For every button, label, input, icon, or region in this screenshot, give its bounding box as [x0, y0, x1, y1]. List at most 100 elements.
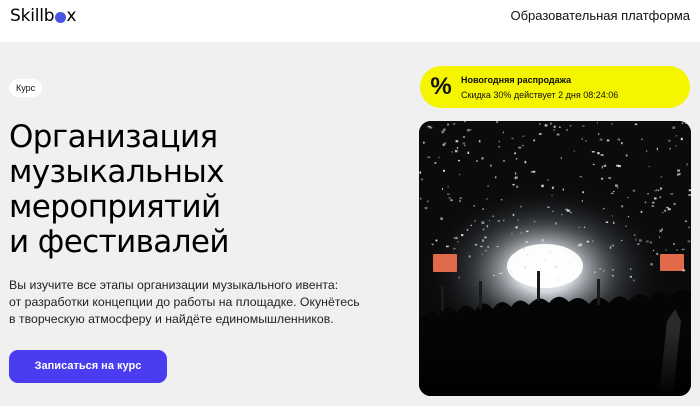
confetti-piece	[556, 133, 560, 136]
confetti-piece	[426, 200, 429, 203]
confetti-piece	[498, 140, 500, 143]
confetti-piece	[566, 209, 570, 212]
confetti-piece	[453, 247, 456, 250]
confetti-piece	[597, 122, 598, 124]
confetti-piece	[466, 228, 469, 231]
confetti-piece	[688, 189, 691, 192]
confetti-piece	[440, 217, 443, 220]
confetti-piece	[498, 146, 500, 148]
confetti-piece	[454, 149, 458, 153]
confetti-piece	[599, 268, 601, 270]
confetti-piece	[665, 249, 667, 251]
confetti-piece	[533, 139, 536, 142]
confetti-piece	[603, 164, 607, 167]
confetti-piece	[484, 236, 487, 239]
confetti-piece	[544, 124, 548, 127]
course-badge: Курс	[9, 79, 43, 97]
confetti-piece	[673, 243, 675, 245]
confetti-piece	[539, 123, 541, 125]
sale-banner[interactable]: % Новогодняя распродажа Скидка 30% дейст…	[420, 66, 690, 108]
confetti-piece	[647, 193, 649, 195]
confetti-piece	[419, 171, 422, 174]
confetti-piece	[627, 197, 629, 199]
percent-icon: %	[430, 73, 452, 100]
title-line: мероприятий	[9, 189, 221, 225]
confetti-piece	[561, 213, 563, 216]
enroll-button[interactable]: Записаться на курс	[9, 350, 167, 383]
confetti-piece	[555, 222, 557, 225]
confetti-piece	[601, 177, 604, 180]
confetti-piece	[447, 193, 450, 195]
confetti-piece	[585, 140, 587, 142]
confetti-piece	[533, 220, 536, 223]
confetti-piece	[621, 239, 623, 242]
confetti-piece	[464, 144, 466, 147]
confetti-piece	[686, 163, 688, 166]
confetti-piece	[676, 249, 679, 251]
confetti-piece	[562, 188, 564, 191]
confetti-piece	[497, 220, 500, 222]
confetti-piece	[486, 225, 489, 228]
confetti-piece	[443, 128, 446, 131]
confetti-piece	[503, 219, 505, 222]
confetti-piece	[672, 126, 676, 129]
confetti-piece	[685, 220, 687, 222]
confetti-piece	[656, 189, 658, 192]
confetti-piece	[474, 220, 476, 222]
confetti-piece	[514, 176, 518, 179]
confetti-piece	[687, 240, 691, 243]
confetti-piece	[482, 228, 485, 231]
confetti-piece	[616, 186, 619, 189]
confetti-piece	[566, 129, 568, 131]
confetti-piece	[515, 226, 518, 229]
confetti-piece	[670, 193, 674, 195]
confetti-piece	[592, 163, 595, 165]
confetti-piece	[533, 170, 536, 173]
confetti-piece	[544, 259, 546, 262]
description-line: в творческую атмосферу и найдёте единомы…	[9, 312, 334, 326]
confetti-piece	[481, 157, 484, 160]
concert-photo-illustration	[419, 121, 691, 396]
confetti-piece	[494, 176, 497, 179]
platform-link[interactable]: Образовательная платформа	[511, 8, 691, 23]
confetti-piece	[451, 151, 453, 153]
sale-title: Новогодняя распродажа	[461, 75, 572, 85]
confetti-piece	[452, 123, 456, 125]
confetti-piece	[459, 173, 461, 176]
confetti-piece	[601, 165, 603, 169]
confetti-piece	[654, 197, 657, 200]
confetti-piece	[560, 156, 562, 160]
title-line: музыкальных	[9, 154, 225, 190]
confetti-piece	[578, 226, 581, 228]
confetti-piece	[606, 139, 610, 142]
confetti-piece	[625, 225, 627, 227]
confetti-piece	[480, 245, 483, 248]
confetti-piece	[435, 239, 438, 242]
confetti-piece	[518, 146, 522, 149]
skillbox-logo[interactable]: Skillb x	[10, 6, 76, 26]
confetti-piece	[579, 243, 582, 246]
confetti-piece	[486, 198, 488, 200]
confetti-piece	[609, 246, 612, 249]
confetti-piece	[442, 143, 445, 146]
confetti-piece	[482, 208, 484, 210]
title-line: Организация	[9, 119, 218, 155]
confetti-piece	[573, 150, 575, 152]
confetti-piece	[612, 269, 615, 271]
confetti-piece	[603, 269, 605, 272]
confetti-piece	[526, 253, 528, 256]
confetti-piece	[447, 185, 449, 188]
confetti-piece	[423, 141, 425, 144]
confetti-piece	[468, 255, 471, 258]
confetti-piece	[569, 124, 572, 127]
confetti-piece	[652, 250, 655, 252]
confetti-piece	[682, 269, 686, 272]
confetti-piece	[621, 205, 624, 208]
confetti-piece	[603, 208, 605, 210]
confetti-piece	[442, 188, 443, 190]
confetti-piece	[637, 243, 640, 246]
confetti-piece	[485, 249, 487, 252]
confetti-piece	[473, 205, 475, 207]
confetti-piece	[654, 190, 657, 192]
confetti-piece	[541, 184, 544, 188]
